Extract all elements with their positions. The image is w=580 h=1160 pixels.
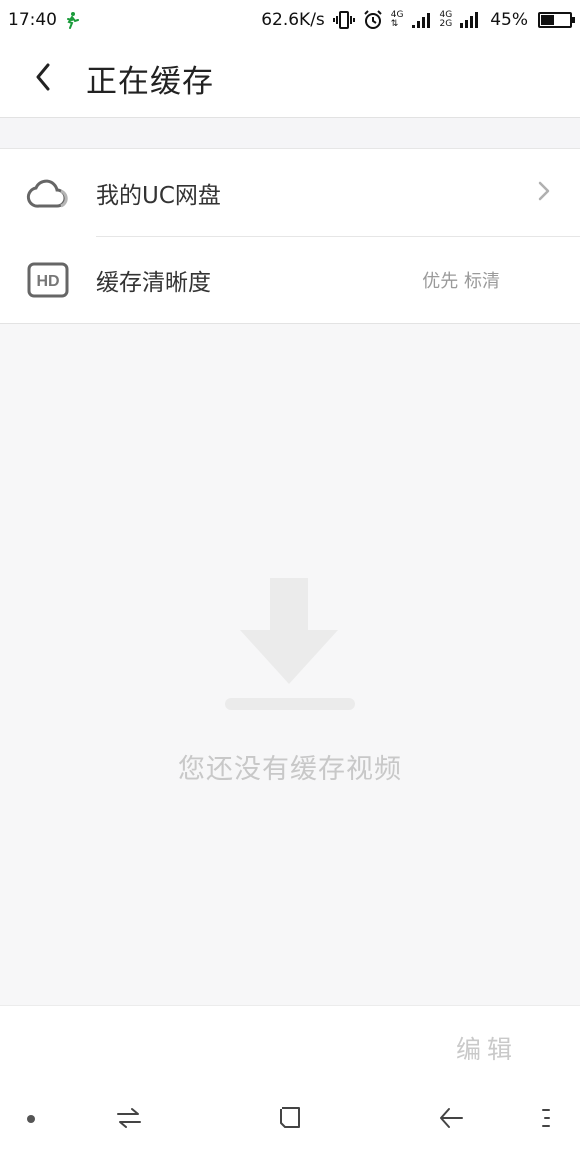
chevron-left-icon bbox=[35, 63, 51, 95]
page-title: 正在缓存 bbox=[86, 64, 214, 100]
system-nav-bar bbox=[0, 1082, 580, 1160]
running-man-icon bbox=[65, 11, 79, 29]
uc-drive-label: 我的UC网盘 bbox=[96, 182, 221, 209]
settings-list: 我的UC网盘 HD 缓存清晰度 优先 标清 bbox=[0, 149, 580, 324]
net-speed: 62.6K/s bbox=[261, 10, 325, 30]
home-icon[interactable] bbox=[278, 1106, 302, 1130]
dot-icon[interactable] bbox=[26, 1114, 36, 1124]
menu-icon[interactable] bbox=[540, 1106, 552, 1130]
switch-icon[interactable] bbox=[116, 1106, 142, 1130]
data-arrows-icon: ⇅ bbox=[390, 19, 399, 29]
vibrate-icon bbox=[332, 10, 355, 30]
alarm-icon bbox=[363, 10, 383, 30]
svg-text:HD: HD bbox=[36, 273, 59, 290]
edit-bar: 编辑 bbox=[0, 1006, 580, 1082]
section-spacer bbox=[0, 118, 580, 149]
battery-percent: 45% bbox=[490, 10, 528, 30]
list-item-uc-drive[interactable]: 我的UC网盘 bbox=[0, 149, 580, 236]
edit-button[interactable]: 编辑 bbox=[456, 1030, 518, 1066]
battery-icon bbox=[538, 12, 575, 28]
download-icon bbox=[224, 578, 356, 712]
cache-quality-label: 缓存清晰度 bbox=[96, 269, 211, 296]
sim1-network: 4G ⇅ bbox=[391, 11, 404, 29]
cache-quality-value: 优先 标清 bbox=[422, 270, 500, 292]
empty-state: 您还没有缓存视频 bbox=[0, 324, 580, 1006]
status-time: 17:40 bbox=[8, 10, 57, 30]
back-arrow-icon[interactable] bbox=[438, 1106, 464, 1130]
signal-bars-icon bbox=[460, 11, 482, 29]
chevron-right-icon bbox=[538, 181, 550, 205]
empty-message: 您还没有缓存视频 bbox=[178, 754, 402, 785]
back-button[interactable] bbox=[0, 40, 86, 118]
hd-icon: HD bbox=[0, 262, 96, 298]
sim2-network: 4G 2G bbox=[440, 11, 453, 29]
status-left: 17:40 bbox=[8, 10, 79, 30]
battery-fill bbox=[541, 15, 554, 25]
status-bar: 17:40 62.6K/s 4G ⇅ 4G 2G 45% bbox=[0, 0, 580, 40]
signal-dots-icon bbox=[411, 11, 432, 29]
status-right: 62.6K/s 4G ⇅ 4G 2G 45% bbox=[261, 10, 575, 30]
sim2-type-bottom: 2G bbox=[439, 19, 453, 29]
list-item-cache-quality[interactable]: HD 缓存清晰度 优先 标清 bbox=[0, 236, 580, 323]
app-header: 正在缓存 bbox=[0, 40, 580, 118]
cloud-icon bbox=[0, 176, 96, 210]
